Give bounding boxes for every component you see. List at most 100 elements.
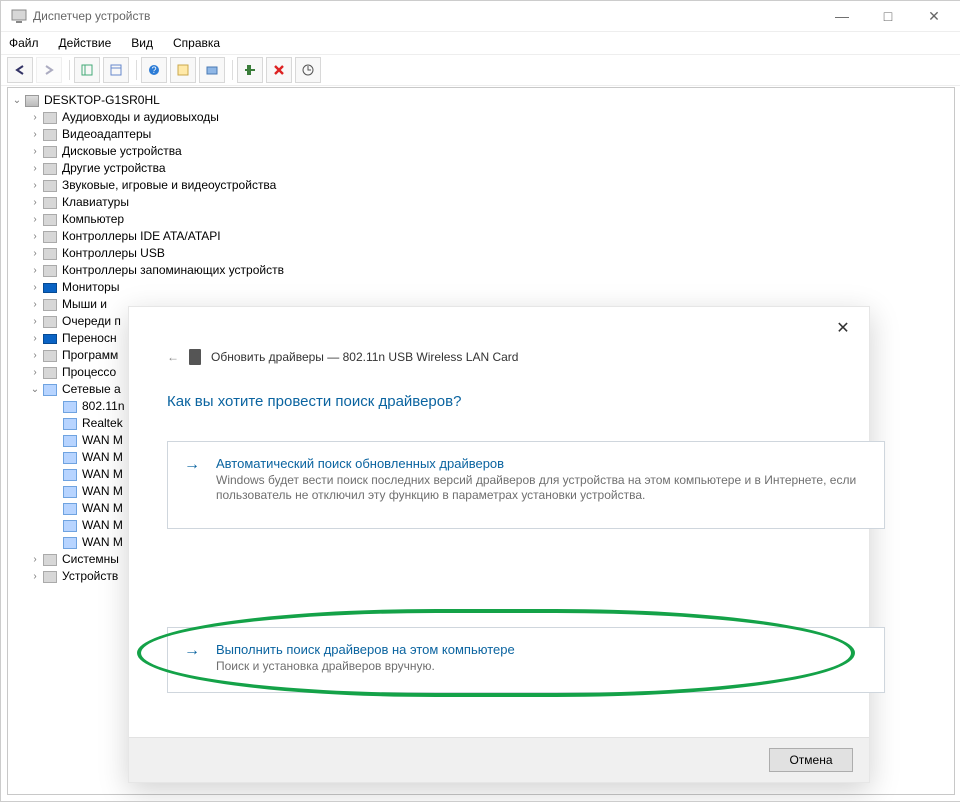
menu-view[interactable]: Вид <box>129 36 155 50</box>
properties-button[interactable] <box>170 57 196 83</box>
show-list-button[interactable] <box>103 57 129 83</box>
tree-item-label: WAN M <box>82 517 123 534</box>
device-category-icon <box>42 196 58 210</box>
titlebar: Диспетчер устройств — □ ✕ <box>1 1 960 32</box>
tree-item-label: Компьютер <box>62 211 124 228</box>
device-category-icon <box>62 434 78 448</box>
chevron-icon[interactable]: ⌄ <box>28 381 42 398</box>
chevron-icon[interactable]: › <box>28 364 42 381</box>
chevron-icon[interactable]: › <box>28 551 42 568</box>
chevron-icon[interactable]: › <box>28 347 42 364</box>
device-category-icon <box>62 502 78 516</box>
help-button[interactable]: ? <box>141 57 167 83</box>
chevron-icon[interactable]: › <box>28 279 42 296</box>
option-auto-search[interactable]: → Автоматический поиск обновленных драйв… <box>167 441 885 529</box>
device-category-icon <box>42 383 58 397</box>
dialog-breadcrumb: ← Обновить драйверы — 802.11n USB Wirele… <box>167 349 518 365</box>
menu-action[interactable]: Действие <box>57 36 114 50</box>
chevron-icon[interactable]: › <box>28 126 42 143</box>
chevron-icon[interactable]: › <box>28 109 42 126</box>
device-category-icon <box>62 468 78 482</box>
tree-item[interactable]: › Компьютер <box>8 211 954 228</box>
device-icon <box>189 349 201 365</box>
scan-hardware-button[interactable] <box>295 57 321 83</box>
forward-button[interactable] <box>36 57 62 83</box>
tree-item[interactable]: › Другие устройства <box>8 160 954 177</box>
tree-item[interactable]: ›Звуковые, игровые и видеоустройства <box>8 177 954 194</box>
tree-item-label: Контроллеры IDE ATA/ATAPI <box>62 228 221 245</box>
tree-item[interactable]: › Контроллеры IDE ATA/ATAPI <box>8 228 954 245</box>
tree-item-label: WAN M <box>82 432 123 449</box>
update-driver-dialog: ✕ ← Обновить драйверы — 802.11n USB Wire… <box>128 306 870 783</box>
arrow-icon: → <box>184 642 200 660</box>
tree-item[interactable]: ›Аудиовходы и аудиовыходы <box>8 109 954 126</box>
tree-item-label: Процессо <box>62 364 116 381</box>
back-button[interactable] <box>7 57 33 83</box>
back-arrow-icon[interactable]: ← <box>167 350 179 364</box>
device-category-icon <box>42 179 58 193</box>
chevron-icon[interactable]: › <box>28 160 42 177</box>
chevron-icon[interactable]: › <box>28 211 42 228</box>
device-category-icon <box>62 485 78 499</box>
tree-item[interactable]: ›Контроллеры запоминающих устройств <box>8 262 954 279</box>
device-category-icon <box>42 162 58 176</box>
tree-item-label: WAN M <box>82 534 123 551</box>
device-category-icon <box>62 519 78 533</box>
chevron-icon[interactable]: › <box>28 330 42 347</box>
chevron-icon[interactable]: › <box>28 568 42 585</box>
menubar: Файл Действие Вид Справка <box>1 32 960 55</box>
tree-item-label: Другие устройства <box>62 160 166 177</box>
device-category-icon <box>62 400 78 414</box>
device-category-icon <box>42 213 58 227</box>
chevron-icon[interactable]: › <box>28 177 42 194</box>
tree-item-label: Видеоадаптеры <box>62 126 151 143</box>
tree-item-label: Дисковые устройства <box>62 143 182 160</box>
device-category-icon <box>42 366 58 380</box>
option-browse-computer[interactable]: → Выполнить поиск драйверов на этом комп… <box>167 627 885 693</box>
menu-file[interactable]: Файл <box>7 36 41 50</box>
tree-item[interactable]: › Клавиатуры <box>8 194 954 211</box>
minimize-button[interactable]: — <box>819 1 865 31</box>
enable-device-button[interactable] <box>237 57 263 83</box>
cancel-button[interactable]: Отмена <box>769 748 853 772</box>
chevron-icon[interactable]: › <box>28 262 42 279</box>
tree-item-label: Очереди п <box>62 313 121 330</box>
maximize-button[interactable]: □ <box>865 1 911 31</box>
tree-item-label: Клавиатуры <box>62 194 129 211</box>
device-manager-window: Диспетчер устройств — □ ✕ Файл Действие … <box>0 0 960 802</box>
tree-item-label: Realtek <box>82 415 123 432</box>
device-category-icon <box>62 536 78 550</box>
svg-text:?: ? <box>151 65 156 75</box>
chevron-icon[interactable]: › <box>28 245 42 262</box>
uninstall-device-button[interactable] <box>266 57 292 83</box>
chevron-icon[interactable]: ⌄ <box>10 92 24 109</box>
arrow-icon: → <box>184 456 200 474</box>
toolbar-separator <box>232 60 233 80</box>
chevron-icon[interactable]: › <box>28 143 42 160</box>
tree-item[interactable]: › Контроллеры USB <box>8 245 954 262</box>
device-category-icon <box>42 230 58 244</box>
tree-item[interactable]: › Дисковые устройства <box>8 143 954 160</box>
device-category-icon <box>42 570 58 584</box>
dialog-close-button[interactable]: ✕ <box>825 315 861 343</box>
chevron-icon[interactable]: › <box>28 194 42 211</box>
option-browse-desc: Поиск и установка драйверов вручную. <box>216 659 866 674</box>
tree-item-label: Мониторы <box>62 279 119 296</box>
show-tree-button[interactable] <box>74 57 100 83</box>
toolbar-separator <box>69 60 70 80</box>
tree-item-label: Мыши и <box>62 296 107 313</box>
close-button[interactable]: ✕ <box>911 1 957 31</box>
chevron-icon[interactable]: › <box>28 228 42 245</box>
device-category-icon <box>62 417 78 431</box>
device-category-icon <box>42 315 58 329</box>
tree-item-label: WAN M <box>82 500 123 517</box>
chevron-icon[interactable]: › <box>28 313 42 330</box>
tree-item-label: Контроллеры USB <box>62 245 165 262</box>
update-driver-button[interactable] <box>199 57 225 83</box>
tree-item-label: DESKTOP-G1SR0HL <box>44 92 160 109</box>
menu-help[interactable]: Справка <box>171 36 222 50</box>
tree-item[interactable]: › Мониторы <box>8 279 954 296</box>
tree-item[interactable]: › Видеоадаптеры <box>8 126 954 143</box>
chevron-icon[interactable]: › <box>28 296 42 313</box>
tree-root[interactable]: ⌄ DESKTOP-G1SR0HL <box>8 92 954 109</box>
